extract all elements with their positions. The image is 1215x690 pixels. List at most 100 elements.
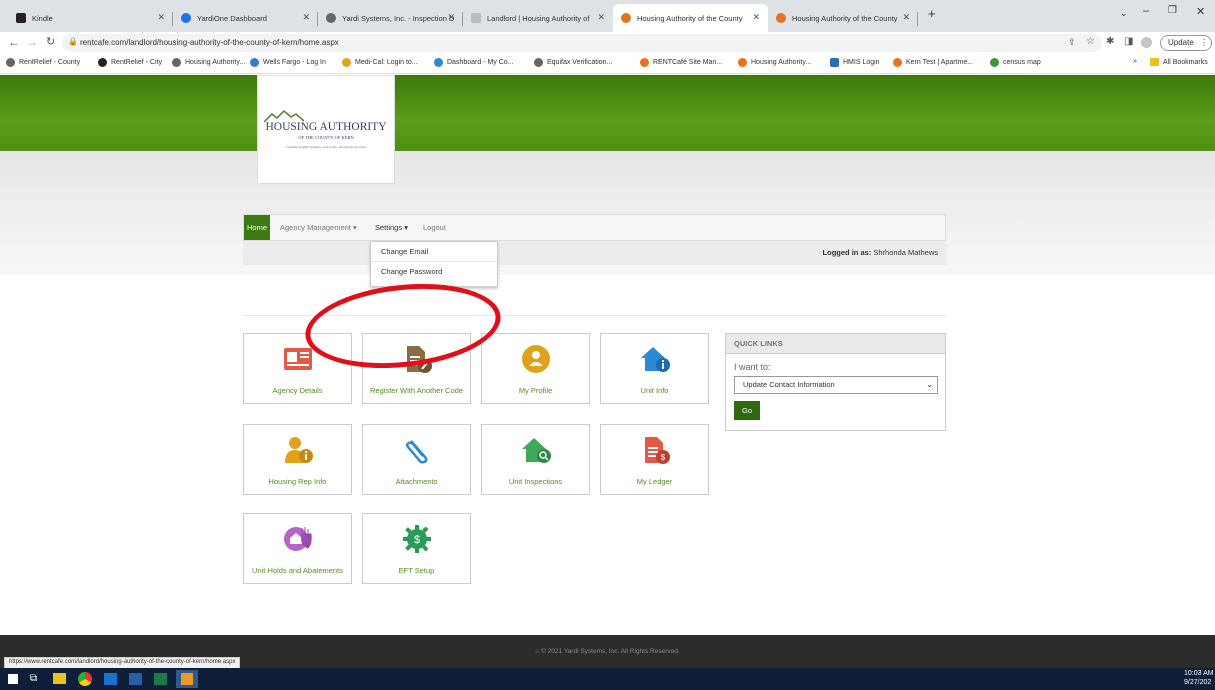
all-bookmarks-label: All Bookmarks: [1163, 58, 1208, 66]
tile-housing-rep-info[interactable]: Housing Rep Info: [243, 424, 352, 495]
outlook-icon[interactable]: [104, 673, 117, 685]
tab-search-icon[interactable]: ⌄: [1120, 8, 1128, 19]
tab-landlord[interactable]: Landlord | Housing Authority of ✕: [463, 4, 613, 32]
logo-tagline: Creating brighter futures...one home, on…: [285, 145, 367, 149]
tile-unit-holds-and-abatements[interactable]: Unit Holds and Abatements: [243, 513, 352, 584]
all-bookmarks-folder[interactable]: All Bookmarks: [1150, 58, 1208, 66]
restore-window-icon[interactable]: ❐: [1168, 5, 1177, 16]
quick-links-panel: QUICK LINKS I want to: Update Contact In…: [725, 333, 946, 431]
logged-in-status: Logged in as: Shrhonda Mathews: [823, 248, 938, 257]
close-tab-icon[interactable]: ✕: [447, 12, 455, 23]
bookmark-item[interactable]: census map: [990, 58, 1041, 67]
more-bookmarks-icon[interactable]: »: [1133, 58, 1137, 65]
file-explorer-icon[interactable]: [53, 673, 66, 684]
tile-label: Attachments: [395, 477, 438, 486]
close-tab-icon[interactable]: ✕: [902, 12, 910, 23]
excel-icon[interactable]: [154, 673, 167, 685]
nav-agency-management[interactable]: Agency Management ▾: [280, 215, 357, 240]
update-button[interactable]: Update ⋮: [1160, 35, 1212, 51]
reload-icon[interactable]: ↻: [46, 35, 55, 48]
nav-home[interactable]: Home: [244, 215, 270, 240]
tile-my-ledger[interactable]: $ My Ledger: [600, 424, 709, 495]
bookmark-item[interactable]: HMIS Login: [830, 58, 880, 67]
bookmark-label: Equifax Verification...: [547, 59, 613, 66]
bookmark-item[interactable]: Equifax Verification...: [534, 58, 612, 67]
bookmark-star-icon[interactable]: ☆: [1086, 36, 1095, 47]
paperclip-icon: [405, 440, 428, 464]
windows-start-icon[interactable]: [8, 674, 18, 684]
housing-rep-icon: [285, 437, 313, 463]
tab-kindle[interactable]: Kindle ✕: [8, 4, 173, 32]
tab-title: Kindle: [32, 13, 53, 23]
task-view-icon[interactable]: ⧉: [30, 673, 37, 684]
tile-unit-inspections[interactable]: Unit Inspections: [481, 424, 590, 495]
bookmark-item[interactable]: Medi-Cal: Login to...: [342, 58, 418, 67]
close-tab-icon[interactable]: ✕: [302, 12, 310, 23]
chrome-icon[interactable]: [78, 672, 92, 686]
globe-icon: [6, 58, 15, 67]
browser-tab-strip: Kindle ✕ YardiOne Dashboard ✕ Yardi Syst…: [0, 0, 1215, 32]
settings-dropdown-menu: Change Email Change Password: [370, 241, 498, 287]
quick-links-select[interactable]: Update Contact Information ⌄: [734, 376, 938, 394]
caret-down-icon: ▾: [404, 223, 408, 232]
close-tab-icon[interactable]: ✕: [597, 12, 605, 23]
tab-housing-authority[interactable]: Housing Authority of the County ✕: [768, 4, 918, 32]
windows-taskbar: ⧉ 10:03 AM 9/27/202: [0, 668, 1215, 690]
bookmark-label: RentRelief - County: [19, 59, 81, 66]
tile-eft-setup[interactable]: $ EFT Setup: [362, 513, 471, 584]
bookmark-item[interactable]: Kern Test | Apartme...: [893, 58, 973, 67]
tile-label: My Ledger: [636, 477, 673, 486]
bookmark-item[interactable]: RentRelief - County: [6, 58, 80, 67]
tab-yardi-inspection[interactable]: Yardi Systems, Inc. - Inspection D ✕: [318, 4, 463, 32]
tile-attachments[interactable]: Attachments: [362, 424, 471, 495]
ledger-icon: $: [645, 437, 670, 464]
logo-subtitle: OF THE COUNTY OF KERN: [298, 135, 354, 140]
page-favicon-icon: [471, 13, 481, 23]
back-arrow-icon[interactable]: ←: [8, 35, 20, 49]
logged-in-label: Logged in as:: [822, 248, 872, 257]
nav-settings[interactable]: Settings ▾: [375, 215, 408, 240]
change-email-item[interactable]: Change Email: [371, 242, 497, 262]
tab-title: Housing Authority of the County: [637, 13, 743, 23]
bookmark-item[interactable]: RENTCafé Site Man...: [640, 58, 722, 67]
close-tab-icon[interactable]: ✕: [157, 12, 165, 23]
go-button[interactable]: Go: [734, 401, 760, 420]
forward-arrow-icon[interactable]: →: [26, 35, 38, 49]
side-panel-icon[interactable]: ◨: [1124, 36, 1133, 47]
change-password-item[interactable]: Change Password: [371, 262, 497, 282]
tab-housing-authority-active[interactable]: Housing Authority of the County ✕: [613, 4, 768, 32]
bookmark-item[interactable]: Housing Authority...: [172, 58, 245, 67]
housing-authority-logo[interactable]: HOUSING AUTHORITY OF THE COUNTY OF KERN …: [257, 75, 395, 184]
globe-favicon-icon: [326, 13, 336, 23]
rentcafe-icon: [893, 58, 902, 67]
minimize-window-icon[interactable]: –: [1143, 5, 1149, 17]
tile-label: Unit Inspections: [508, 477, 563, 486]
bookmark-item[interactable]: Wells Fargo - Log In: [250, 58, 326, 67]
profile-avatar-icon[interactable]: [1141, 37, 1152, 48]
url-field[interactable]: 🔒 rentcafe.com/landlord/housing-authorit…: [62, 34, 1102, 52]
nav-logout[interactable]: Logout: [423, 215, 446, 240]
main-navigation: Home Agency Management ▾ Settings ▾ Logo…: [243, 214, 946, 241]
bookmark-item[interactable]: RentRelief - City: [98, 58, 162, 67]
tab-title: Housing Authority of the County: [792, 13, 898, 23]
rentrelief-icon: [98, 58, 107, 67]
update-label: Update: [1168, 38, 1194, 47]
tab-yardione[interactable]: YardiOne Dashboard ✕: [173, 4, 318, 32]
bookmark-label: RentRelief - City: [111, 59, 162, 66]
clock-time[interactable]: 10:03 AM: [1184, 670, 1214, 677]
bookmark-item[interactable]: Housing Authority...: [738, 58, 811, 67]
word-icon[interactable]: [129, 673, 142, 685]
share-icon[interactable]: ⇪: [1068, 37, 1076, 48]
close-tab-icon[interactable]: ✕: [752, 12, 760, 23]
bookmark-label: Housing Authority...: [751, 59, 812, 66]
close-window-icon[interactable]: ✕: [1196, 5, 1205, 18]
bookmark-item[interactable]: Dashboard - My Co...: [434, 58, 514, 67]
tile-unit-info[interactable]: Unit Info: [600, 333, 709, 404]
tile-my-profile[interactable]: My Profile: [481, 333, 590, 404]
extensions-icon[interactable]: ✱: [1106, 36, 1114, 47]
bookmark-label: Wells Fargo - Log In: [263, 59, 326, 66]
clock-date[interactable]: 9/27/202: [1184, 679, 1211, 686]
app-icon[interactable]: [176, 670, 198, 688]
tab-title: Yardi Systems, Inc. - Inspection D: [342, 13, 455, 23]
new-tab-button[interactable]: +: [928, 6, 936, 21]
